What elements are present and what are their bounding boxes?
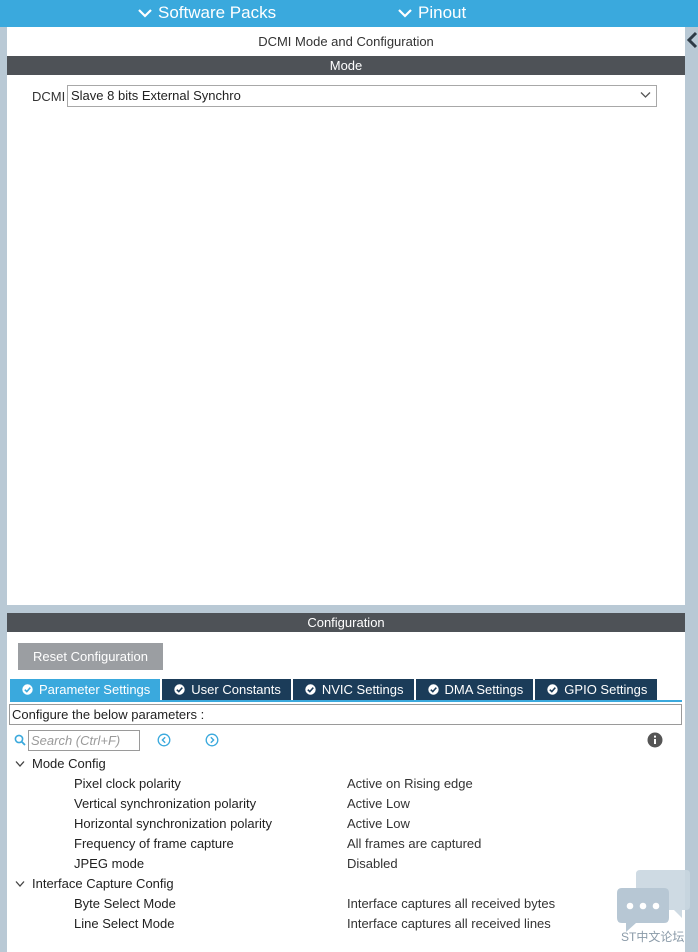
reset-configuration-button[interactable]: Reset Configuration: [18, 643, 163, 670]
pinout-label: Pinout: [418, 3, 467, 22]
parameter-row[interactable]: Frequency of frame capture All frames ar…: [7, 834, 685, 854]
collapse-arrow-icon[interactable]: [686, 30, 698, 56]
tab-user-constants[interactable]: User Constants: [162, 679, 291, 700]
mode-header: Mode: [7, 56, 685, 75]
tab-label: Parameter Settings: [39, 682, 151, 697]
tab-label: DMA Settings: [444, 682, 524, 697]
dcmi-label: DCMI: [32, 89, 66, 104]
parameter-name: Line Select Mode: [74, 916, 175, 931]
left-border: [0, 27, 7, 952]
parameter-value[interactable]: Active Low: [347, 814, 410, 834]
next-match-icon[interactable]: [205, 733, 219, 747]
parameter-row[interactable]: Vertical synchronization polarity Active…: [7, 794, 685, 814]
parameter-name: Byte Select Mode: [74, 896, 176, 911]
group-label: Mode Config: [32, 756, 106, 771]
tab-dma-settings[interactable]: DMA Settings: [415, 679, 534, 700]
parameter-name: Vertical synchronization polarity: [74, 796, 257, 811]
configuration-header: Configuration: [7, 613, 685, 632]
chevron-down-icon[interactable]: [15, 880, 25, 888]
previous-match-icon[interactable]: [157, 733, 171, 747]
tab-nvic-settings[interactable]: NVIC Settings: [292, 679, 414, 700]
parameter-name: Pixel clock polarity: [74, 776, 181, 791]
parameter-row[interactable]: JPEG mode Disabled: [7, 854, 685, 874]
search-input[interactable]: Search (Ctrl+F): [28, 730, 140, 751]
parameter-value[interactable]: Interface captures all received bytes: [347, 894, 555, 914]
forum-watermark-text: ST中文论坛: [621, 930, 685, 944]
parameter-name: Frequency of frame capture: [74, 836, 234, 851]
parameter-name: Horizontal synchronization polarity: [74, 816, 272, 831]
tree-group-interface-capture-config[interactable]: Interface Capture Config: [7, 874, 685, 894]
chevron-down-icon: [138, 9, 152, 18]
parameter-value[interactable]: Active Low: [347, 794, 410, 814]
parameter-tree: Mode Config Pixel clock polarity Active …: [7, 754, 685, 934]
chevron-down-icon[interactable]: [15, 760, 25, 768]
check-circle-icon: [547, 684, 558, 695]
tab-label: GPIO Settings: [564, 682, 648, 697]
parameter-row[interactable]: Byte Select Mode Interface captures all …: [7, 894, 685, 914]
tab-parameter-settings[interactable]: Parameter Settings: [10, 679, 161, 700]
chevron-down-icon: [640, 92, 651, 98]
parameter-value[interactable]: Interface captures all received lines: [347, 914, 551, 934]
panel-divider[interactable]: [7, 605, 685, 613]
group-label: Interface Capture Config: [32, 876, 174, 891]
settings-tabs: Parameter Settings User Constants NVIC S…: [10, 679, 659, 700]
software-packs-label: Software Packs: [158, 3, 277, 22]
search-row: Search (Ctrl+F): [7, 730, 685, 752]
search-icon: [14, 734, 26, 746]
pinout-menu[interactable]: Pinout: [398, 3, 466, 23]
parameter-value[interactable]: Active on Rising edge: [347, 774, 473, 794]
parameter-row[interactable]: Horizontal synchronization polarity Acti…: [7, 814, 685, 834]
right-splitter[interactable]: [685, 27, 698, 952]
chevron-down-icon: [398, 9, 412, 18]
parameter-row[interactable]: Pixel clock polarity Active on Rising ed…: [7, 774, 685, 794]
software-packs-menu[interactable]: Software Packs: [138, 3, 276, 23]
check-circle-icon: [305, 684, 316, 695]
tree-group-mode-config[interactable]: Mode Config: [7, 754, 685, 774]
dcmi-mode-value: Slave 8 bits External Synchro: [71, 88, 241, 103]
configuration-panel: Configuration Reset Configuration Parame…: [7, 613, 685, 952]
tab-label: NVIC Settings: [321, 682, 404, 697]
parameter-value[interactable]: Disabled: [347, 854, 398, 874]
check-circle-icon: [427, 684, 439, 695]
dcmi-mode-select[interactable]: Slave 8 bits External Synchro: [67, 85, 657, 107]
configure-instructions: Configure the below parameters :: [9, 704, 682, 725]
info-icon[interactable]: [647, 732, 663, 748]
parameter-row[interactable]: Line Select Mode Interface captures all …: [7, 914, 685, 934]
tabs-underline: [10, 700, 682, 702]
mode-panel: DCMI Mode and Configuration Mode DCMI Sl…: [7, 27, 685, 605]
panel-title: DCMI Mode and Configuration: [258, 34, 434, 49]
parameter-value[interactable]: All frames are captured: [347, 834, 481, 854]
tab-label: User Constants: [191, 682, 281, 697]
top-toolbar: Software Packs Pinout: [0, 0, 698, 27]
check-circle-icon: [22, 684, 33, 695]
parameter-name: JPEG mode: [74, 856, 145, 871]
check-circle-icon: [174, 684, 185, 695]
tab-gpio-settings[interactable]: GPIO Settings: [535, 679, 658, 700]
